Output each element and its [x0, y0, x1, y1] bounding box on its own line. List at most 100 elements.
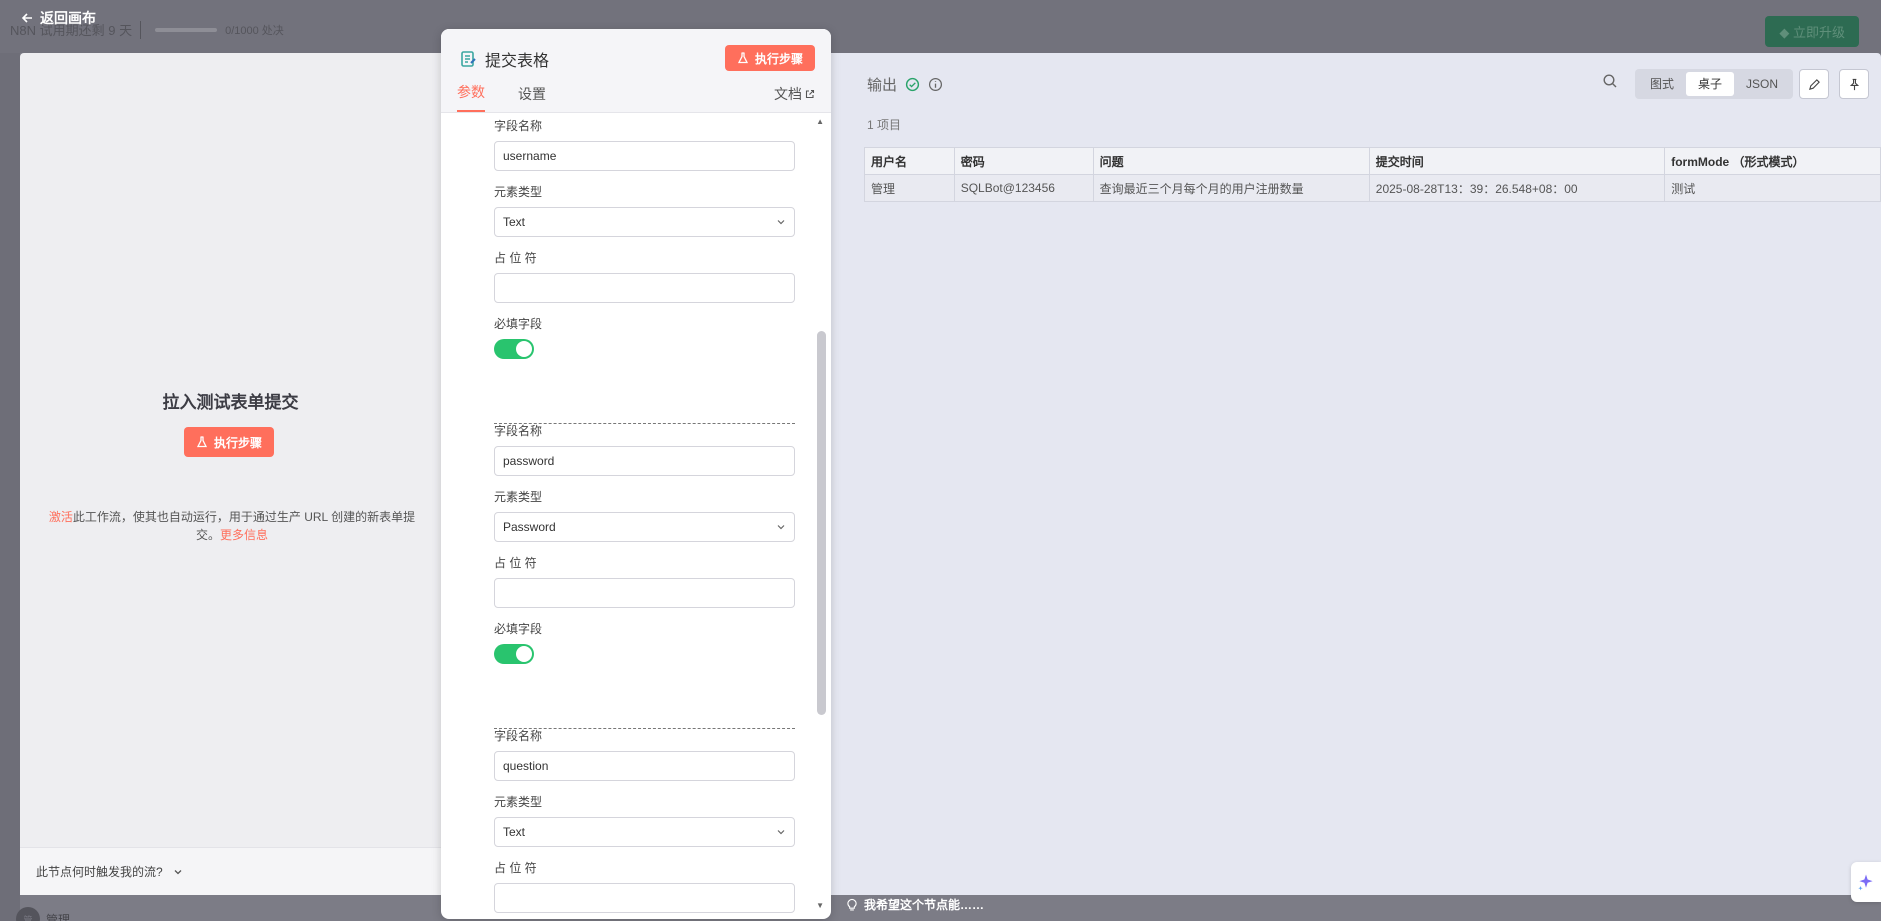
element-type-select[interactable]: Password [494, 512, 795, 542]
placeholder-input[interactable] [494, 578, 795, 608]
activation-description: 激活此工作流，使其也自动运行，用于通过生产 URL 创建的新表单提交。更多信息 [46, 508, 418, 544]
placeholder-input[interactable] [494, 273, 795, 303]
edit-output-button[interactable] [1799, 69, 1829, 99]
required-label: 必填字段 [494, 622, 543, 636]
column-header: 问题 [1092, 147, 1370, 175]
element-type-label: 元素类型 [494, 185, 543, 199]
field-name-group: 字段名称 question [494, 727, 795, 781]
chevron-down-icon [777, 830, 785, 835]
divider [140, 20, 142, 39]
output-title: 输出 [867, 77, 898, 94]
field-name-group: 字段名称 username [494, 117, 795, 171]
docs-link[interactable]: 文档 [774, 84, 815, 112]
placeholder-group: 占 位 符 [494, 249, 795, 303]
column-header: formMode （形式模式） [1664, 147, 1881, 175]
element-type-value: Text [503, 825, 526, 839]
info-icon[interactable] [928, 77, 943, 92]
table-cell: 查询最近三个月每个月的用户注册数量 [1092, 174, 1370, 202]
scroll-down-arrow[interactable]: ▼ [816, 901, 824, 910]
placeholder-label: 占 位 符 [494, 251, 537, 265]
user-profile: 管 管理 [16, 907, 70, 921]
avatar: 管 [16, 907, 40, 921]
chevron-down-icon [777, 220, 785, 225]
placeholder-label: 占 位 符 [494, 556, 537, 570]
back-to-canvas-button[interactable]: 返回画布 [20, 8, 96, 28]
parameters-body: 字段名称 username 元素类型 Text 占 位 符 必填字段 字段名称 … [441, 113, 831, 919]
table-header-row: 用户名 密码 问题 提交时间 formMode （形式模式） [864, 147, 1881, 175]
scroll-up-arrow[interactable]: ▲ [816, 117, 824, 126]
field-name-label: 字段名称 [494, 119, 543, 133]
activate-link[interactable]: 激活 [49, 510, 73, 524]
table-row: 管理 SQLBot@123456 查询最近三个月每个月的用户注册数量 2025-… [864, 174, 1881, 202]
required-group: 必填字段 [494, 620, 795, 664]
field-name-label: 字段名称 [494, 424, 543, 438]
chevron-down-icon [777, 525, 785, 530]
node-hint-label: 我希望这个节点能…… [864, 898, 985, 912]
flask-icon [737, 52, 749, 64]
element-type-label: 元素类型 [494, 795, 543, 809]
pin-icon [1849, 78, 1859, 90]
element-type-group: 元素类型 Text [494, 183, 795, 237]
element-type-label: 元素类型 [494, 490, 543, 504]
element-type-select[interactable]: Text [494, 817, 795, 847]
external-link-icon [805, 89, 815, 99]
column-header: 用户名 [864, 147, 955, 175]
tab-parameters[interactable]: 参数 [457, 82, 485, 112]
placeholder-input[interactable] [494, 883, 795, 913]
placeholder-group: 占 位 符 [494, 554, 795, 608]
execute-step-label: 执行步骤 [214, 435, 263, 450]
input-panel: 拉入测试表单提交 执行步骤 激活此工作流，使其也自动运行，用于通过生产 URL … [20, 53, 441, 895]
lightbulb-icon [847, 898, 857, 911]
search-icon[interactable] [1602, 73, 1618, 92]
trigger-info-toggle[interactable]: 此节点何时触发我的流? [20, 847, 441, 895]
upgrade-button[interactable]: ◆ 立即升级 [1765, 16, 1859, 47]
view-table[interactable]: 桌子 [1685, 72, 1734, 96]
element-type-select[interactable]: Text [494, 207, 795, 237]
field-name-input[interactable]: username [494, 141, 795, 171]
more-info-link[interactable]: 更多信息 [220, 528, 268, 542]
ai-assistant-button[interactable] [1851, 862, 1881, 902]
table-cell: 管理 [864, 174, 955, 202]
field-name-label: 字段名称 [494, 729, 543, 743]
background-sidebar [0, 53, 20, 921]
node-title-text: 提交表格 [485, 53, 550, 70]
element-type-value: Password [503, 520, 556, 534]
execution-progress-bar [155, 27, 218, 32]
placeholder-group: 占 位 符 [494, 859, 795, 913]
output-panel: 输出 图式 桌子 JSON 1 项目 用户名 密码 问题 提交时间 formMo… [831, 53, 1881, 895]
node-modal: 拉入测试表单提交 执行步骤 激活此工作流，使其也自动运行，用于通过生产 URL … [20, 29, 1881, 919]
chevron-down-icon [174, 869, 182, 874]
table-cell: 测试 [1664, 174, 1881, 202]
check-circle-icon [905, 77, 920, 92]
flask-icon [196, 436, 208, 448]
node-hint-prompt[interactable]: 我希望这个节点能…… [846, 896, 984, 913]
arrow-left-icon [21, 13, 32, 23]
tab-settings[interactable]: 设置 [518, 84, 546, 112]
execution-count: 0/1000 处决 [225, 24, 284, 37]
node-tabs: 参数 设置 文档 [441, 84, 831, 112]
pin-data-button[interactable] [1839, 69, 1869, 99]
docs-label: 文档 [774, 86, 802, 102]
input-panel-title: 拉入测试表单提交 [162, 393, 299, 412]
required-toggle[interactable] [494, 644, 534, 664]
element-type-value: Text [503, 215, 526, 229]
form-icon [461, 51, 476, 67]
node-execute-step-label: 执行步骤 [754, 51, 803, 66]
column-header: 密码 [953, 147, 1094, 175]
field-name-input[interactable]: password [494, 446, 795, 476]
required-label: 必填字段 [494, 317, 543, 331]
view-schema[interactable]: 图式 [1638, 72, 1686, 96]
node-header: 提交表格 执行步骤 参数 设置 文档 [441, 29, 831, 113]
output-header: 输出 [867, 74, 943, 95]
required-toggle[interactable] [494, 339, 534, 359]
item-count: 1 项目 [867, 118, 902, 132]
element-type-group: 元素类型 Text [494, 793, 795, 847]
execute-step-button[interactable]: 执行步骤 [184, 427, 275, 457]
view-json[interactable]: JSON [1734, 72, 1790, 96]
element-type-group: 元素类型 Password [494, 488, 795, 542]
node-execute-step-button[interactable]: 执行步骤 [724, 45, 815, 71]
scrollbar-thumb[interactable] [817, 331, 826, 715]
back-label: 返回画布 [40, 10, 96, 26]
field-name-input[interactable]: question [494, 751, 795, 781]
sparkle-icon [1858, 874, 1873, 891]
